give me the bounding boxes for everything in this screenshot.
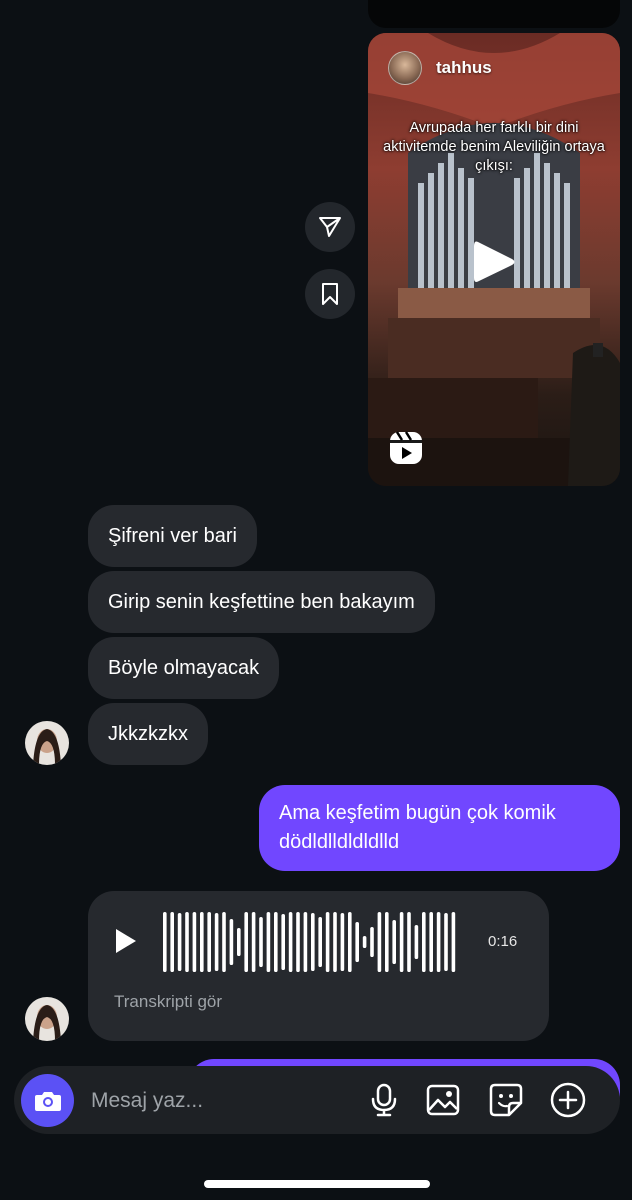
sent-message[interactable]: Ama keşfetim bugün çok komik dödldlldldl…	[259, 785, 620, 871]
more-options-button[interactable]	[550, 1082, 586, 1118]
home-indicator[interactable]	[204, 1180, 430, 1188]
bookmark-icon	[322, 283, 338, 305]
voice-message[interactable]: 0:16 Transkripti gör	[88, 891, 549, 1041]
plus-circle-icon	[550, 1082, 586, 1118]
voice-waveform[interactable]	[161, 909, 471, 975]
microphone-button[interactable]	[366, 1082, 402, 1118]
reel-caption: Avrupada her farklı bir dini aktivitemde…	[383, 120, 605, 174]
voice-duration: 0:16	[488, 933, 518, 950]
gallery-button[interactable]	[425, 1082, 461, 1118]
shared-reel-card[interactable]: tahhus Avrupada her farklı bir dini akti…	[368, 33, 620, 486]
previous-message-edge	[368, 0, 620, 28]
sender-avatar[interactable]	[25, 721, 69, 765]
sticker-button[interactable]	[488, 1082, 524, 1118]
sticker-icon	[489, 1083, 523, 1117]
see-transcript-link[interactable]: Transkripti gör	[114, 992, 222, 1012]
image-icon	[426, 1084, 460, 1116]
reel-author[interactable]: tahhus	[388, 51, 492, 85]
message-input[interactable]	[89, 1080, 353, 1122]
voice-play-icon[interactable]	[114, 927, 138, 955]
save-button[interactable]	[305, 269, 355, 319]
microphone-icon	[371, 1083, 397, 1117]
share-button[interactable]	[305, 202, 355, 252]
reel-author-avatar[interactable]	[388, 51, 422, 85]
received-message[interactable]: Girip senin keşfettine ben bakayım	[88, 571, 435, 633]
reels-icon	[390, 431, 422, 464]
received-message[interactable]: Böyle olmayacak	[88, 637, 280, 699]
sender-avatar[interactable]	[25, 997, 69, 1041]
camera-button[interactable]	[21, 1074, 74, 1127]
received-message[interactable]: Şifreni ver bari	[88, 505, 257, 567]
reel-author-username[interactable]: tahhus	[436, 58, 492, 78]
send-icon	[319, 217, 341, 237]
camera-icon	[34, 1091, 61, 1111]
play-icon[interactable]	[472, 238, 516, 286]
message-composer	[14, 1066, 620, 1134]
received-message[interactable]: Jkkzkzkx	[88, 703, 208, 765]
